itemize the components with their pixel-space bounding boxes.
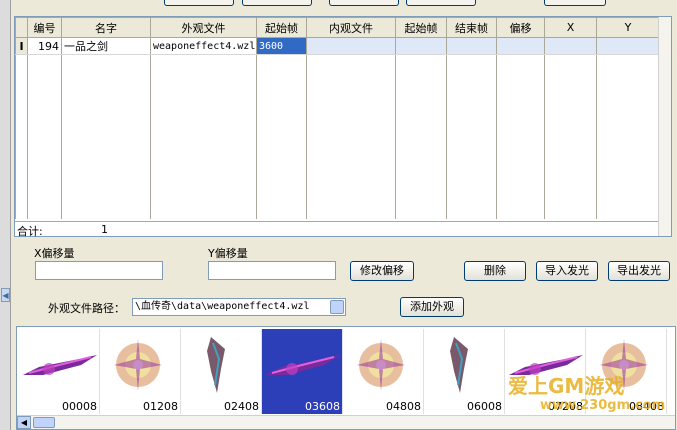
thumbnail-item[interactable]: 01208 [100, 329, 181, 414]
import-glow-button[interactable]: 导入发光 [536, 261, 598, 281]
footer-total-count: 1 [101, 223, 108, 236]
col-header-name[interactable]: 名字 [61, 17, 151, 38]
empty-area [15, 54, 660, 219]
top-toolbar-edge [14, 0, 677, 6]
col-header-end-frame[interactable]: 结束帧 [446, 17, 497, 38]
thumbnail-label: 04808 [386, 400, 421, 413]
cell-inner-file[interactable] [306, 37, 396, 55]
thumbnail-item[interactable]: 00008 [19, 329, 100, 414]
outer-file-path-value: \血传奇\data\weaponeffect4.wzl [135, 301, 310, 312]
vertical-scrollbar[interactable] [658, 17, 671, 236]
thumbnail-label: 06008 [467, 400, 502, 413]
toolbar-button-edge[interactable] [242, 0, 312, 6]
cell-y[interactable] [596, 37, 660, 55]
effects-table: 编号 名字 外观文件 起始帧 内观文件 起始帧 结束帧 偏移 X Y I 194… [15, 17, 660, 219]
thumbnail-item[interactable]: 04808 [343, 329, 424, 414]
indicator-header [15, 17, 28, 38]
x-offset-input[interactable] [35, 261, 163, 280]
scrollbar-thumb[interactable] [33, 417, 55, 428]
col-header-inner-start[interactable]: 起始帧 [395, 17, 447, 38]
col-header-offset[interactable]: 偏移 [496, 17, 545, 38]
thumbnail-label: 00008 [62, 400, 97, 413]
col-header-start-frame[interactable]: 起始帧 [256, 17, 307, 38]
outer-file-path-label: 外观文件路径： [48, 302, 125, 315]
col-header-id[interactable]: 编号 [27, 17, 62, 38]
cell-start-frame[interactable]: 3600 [256, 37, 307, 55]
thumbnail-label: 02408 [224, 400, 259, 413]
outer-file-path-select[interactable]: \血传奇\data\weaponeffect4.wzl [132, 298, 346, 316]
col-header-outer-file[interactable]: 外观文件 [150, 17, 257, 38]
y-offset-input[interactable] [208, 261, 336, 280]
col-header-y[interactable]: Y [596, 17, 660, 38]
y-offset-label: Y偏移量 [208, 247, 248, 260]
cell-outer-file[interactable]: weaponeffect4.wzl [150, 37, 257, 55]
cell-inner-start[interactable] [395, 37, 447, 55]
thumbnail-item[interactable]: 06008 [424, 329, 505, 414]
scroll-left-icon[interactable]: ◀ [17, 416, 31, 429]
left-splitter[interactable]: ◀ [0, 0, 11, 430]
cell-name[interactable]: 一品之剑 [61, 37, 151, 55]
export-glow-button[interactable]: 导出发光 [608, 261, 670, 281]
col-header-x[interactable]: X [544, 17, 597, 38]
cell-id[interactable]: 194 [27, 37, 62, 55]
cell-offset[interactable] [496, 37, 545, 55]
toolbar-button-edge[interactable] [164, 0, 234, 6]
collapse-arrow-icon[interactable]: ◀ [1, 288, 10, 302]
row-indicator: I [15, 37, 28, 55]
dropdown-arrow-icon[interactable] [330, 300, 344, 314]
toolbar-button-edge[interactable] [329, 0, 399, 6]
watermark-text: 爱上GM游戏 [508, 374, 625, 398]
add-appearance-button[interactable]: 添加外观 [400, 297, 464, 317]
offset-panel: X偏移量 Y偏移量 修改偏移 删除 导入发光 导出发光 外观文件路径： \血传奇… [14, 240, 677, 320]
cell-end-frame[interactable] [446, 37, 497, 55]
thumbnail-label: 01208 [143, 400, 178, 413]
toolbar-button-edge[interactable] [406, 0, 476, 6]
thumbnail-label: 03608 [305, 400, 340, 413]
watermark-url: www.230gm.com [540, 398, 666, 413]
x-offset-label: X偏移量 [34, 247, 75, 260]
cell-x[interactable] [544, 37, 597, 55]
table-row[interactable]: I 194 一品之剑 weaponeffect4.wzl 3600 [15, 37, 660, 55]
modify-offset-button[interactable]: 修改偏移 [350, 261, 414, 281]
table-footer: 合计: 1 [15, 221, 659, 238]
footer-total-label: 合计: [17, 225, 43, 238]
effects-grid[interactable]: 编号 名字 外观文件 起始帧 内观文件 起始帧 结束帧 偏移 X Y I 194… [14, 16, 672, 238]
toolbar-button-edge[interactable] [544, 0, 606, 6]
table-header-row: 编号 名字 外观文件 起始帧 内观文件 起始帧 结束帧 偏移 X Y [15, 17, 660, 38]
delete-button[interactable]: 删除 [464, 261, 526, 281]
thumbnail-item[interactable]: 03608 [262, 329, 343, 414]
col-header-inner-file[interactable]: 内观文件 [306, 17, 396, 38]
horizontal-scrollbar[interactable]: ◀ [17, 415, 675, 429]
thumbnail-item[interactable]: 02408 [181, 329, 262, 414]
